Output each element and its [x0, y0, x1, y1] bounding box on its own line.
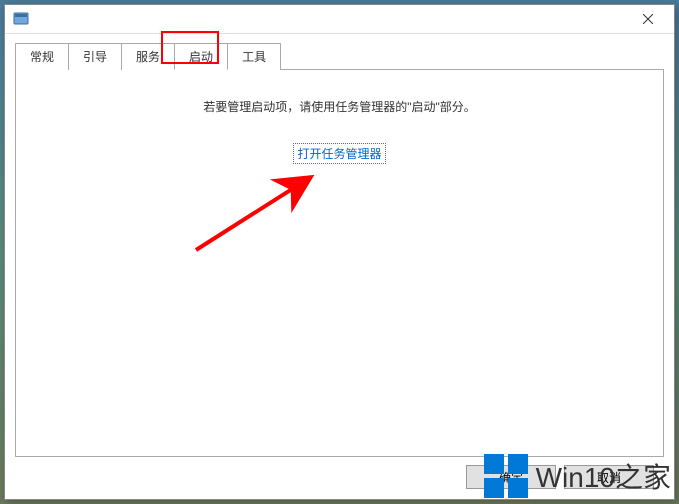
tab-services[interactable]: 服务 [121, 43, 175, 70]
tab-tools[interactable]: 工具 [227, 43, 281, 70]
msconfig-dialog: 常规 引导 服务 启动 工具 若要管理启动项，请使用任务管理器的"启动"部分。 … [4, 4, 675, 500]
tab-panel-startup: 若要管理启动项，请使用任务管理器的"启动"部分。 打开任务管理器 [15, 69, 664, 457]
watermark: Win10之家 [482, 452, 671, 500]
titlebar [5, 5, 674, 34]
windows-logo-icon [482, 452, 530, 500]
tab-general[interactable]: 常规 [15, 43, 69, 70]
annotation-arrow [186, 165, 346, 265]
content-area: 常规 引导 服务 启动 工具 若要管理启动项，请使用任务管理器的"启动"部分。 … [5, 34, 674, 499]
tab-boot[interactable]: 引导 [68, 43, 122, 70]
instruction-text: 若要管理启动项，请使用任务管理器的"启动"部分。 [36, 98, 643, 115]
tabbar: 常规 引导 服务 启动 工具 [15, 43, 664, 70]
open-task-manager-link[interactable]: 打开任务管理器 [293, 143, 385, 164]
watermark-text: Win10之家 [536, 456, 671, 496]
app-icon [13, 11, 29, 27]
tab-startup[interactable]: 启动 [174, 43, 228, 70]
close-button[interactable] [626, 5, 670, 33]
close-icon [643, 14, 653, 24]
